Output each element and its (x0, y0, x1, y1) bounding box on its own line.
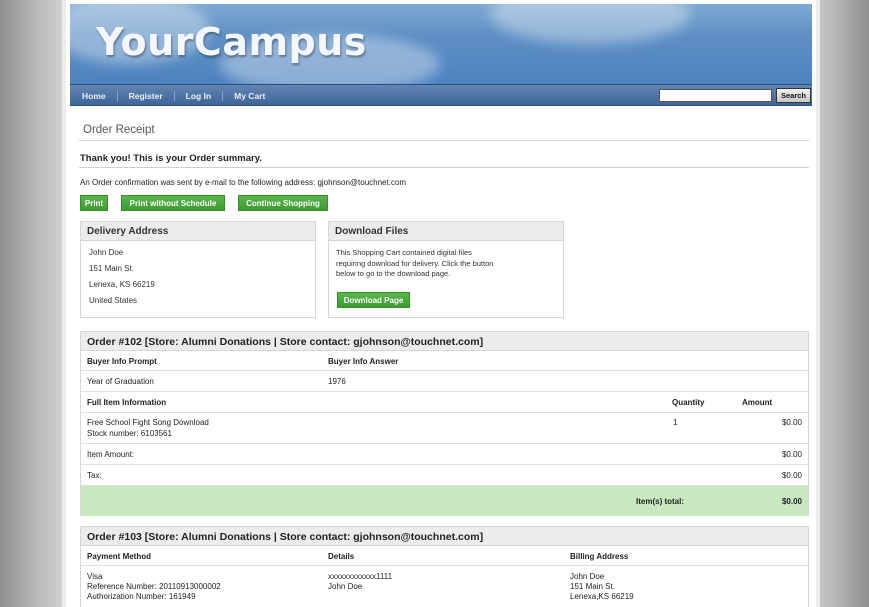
table-row: Year of Graduation 1976 (81, 371, 808, 392)
nav-login[interactable]: Log In (173, 91, 223, 101)
card-number: xxxxxxxxxxxx1111 (328, 572, 393, 581)
nav-bar: Home Register Log In My Cart Search (70, 84, 812, 106)
column-header: Payment Method (87, 552, 152, 561)
item-amount-value: $0.00 (781, 450, 802, 459)
column-header: Buyer Info Answer (328, 357, 399, 366)
delivery-line: Lenexa, KS 66219 (89, 280, 155, 289)
order-title: Order #102 [Store: Alumni Donations | St… (81, 332, 808, 351)
site-logo[interactable]: YourCampus (96, 20, 367, 64)
item-amount: $0.00 (781, 418, 802, 427)
item-quantity: 1 (673, 418, 678, 427)
buyer-prompt: Year of Graduation (87, 377, 154, 386)
download-text: requiring download for delivery. Click t… (336, 258, 494, 268)
print-without-schedule-button[interactable]: Print without Schedule (121, 195, 225, 211)
total-label: Item(s) total: (636, 497, 684, 506)
site-header: YourCampus (70, 4, 812, 84)
continue-shopping-button[interactable]: Continue Shopping (238, 195, 328, 211)
table-row: Free School Fight Song Download Stock nu… (81, 413, 808, 444)
delivery-address-title: Delivery Address (81, 222, 315, 241)
column-header: Billing Address (570, 552, 629, 561)
delivery-line: John Doe (89, 248, 124, 257)
column-header: Amount (742, 398, 773, 407)
nav-register[interactable]: Register (116, 91, 174, 101)
card-holder: John Doe (328, 582, 363, 591)
reference-number: Reference Number: 20110913000002 (87, 582, 221, 591)
table-header-row: Payment Method Details Billing Address (81, 546, 808, 566)
page-title: Order Receipt (83, 124, 155, 136)
total-value: $0.00 (781, 497, 802, 506)
total-row: Item(s) total: $0.00 (81, 486, 808, 516)
billing-line: Lenexa,KS 66219 (570, 592, 634, 601)
table-row: Tax: $0.00 (81, 465, 808, 486)
order-102-panel: Order #102 [Store: Alumni Donations | St… (80, 331, 809, 516)
tax-value: $0.00 (781, 471, 802, 480)
table-header-row: Buyer Info Prompt Buyer Info Answer (81, 351, 808, 371)
item-stock: Stock number: 6103561 (87, 429, 172, 438)
nav-home[interactable]: Home (80, 91, 117, 101)
order-103-panel: Order #103 [Store: Alumni Donations | St… (80, 526, 809, 607)
download-text: below to go to the download page. (336, 269, 451, 278)
column-header: Details (328, 552, 355, 561)
tax-label: Tax: (87, 471, 102, 480)
print-button[interactable]: Print (80, 195, 108, 211)
download-files-title: Download Files (329, 222, 563, 241)
column-header: Quantity (672, 398, 705, 407)
column-header: Buyer Info Prompt (87, 357, 157, 366)
column-header: Full Item Information (87, 398, 167, 407)
item-amount-label: Item Amount: (87, 450, 135, 459)
table-row: Item Amount: $0.00 (81, 444, 808, 465)
search-input[interactable] (659, 89, 772, 102)
table-row: Visa Reference Number: 20110913000002 Au… (81, 566, 808, 607)
divider (79, 167, 809, 168)
billing-line: John Doe (570, 572, 605, 581)
buyer-answer: 1976 (328, 377, 346, 386)
delivery-line: 151 Main St. (89, 264, 134, 273)
search-button[interactable]: Search (776, 88, 811, 103)
delivery-line: United States (89, 296, 138, 305)
confirmation-text: An Order confirmation was sent by e-mail… (80, 178, 407, 187)
divider (79, 140, 809, 141)
page-container: YourCampus Home Register Log In My Cart … (62, 0, 820, 607)
nav-my-cart[interactable]: My Cart (222, 91, 276, 101)
authorization-number: Authorization Number: 161949 (87, 592, 196, 601)
billing-line: 151 Main St. (570, 582, 615, 591)
delivery-address-panel: Delivery Address John Doe 151 Main St. L… (80, 221, 316, 318)
thank-you-heading: Thank you! This is your Order summary. (80, 153, 262, 164)
item-name: Free School Fight Song Download (87, 418, 209, 427)
table-header-row: Full Item Information Quantity Amount (81, 392, 808, 413)
order-title: Order #103 [Store: Alumni Donations | St… (81, 527, 808, 546)
download-page-button[interactable]: Download Page (337, 292, 410, 308)
download-files-panel: Download Files This Shopping Cart contai… (328, 221, 564, 318)
download-text: This Shopping Cart contained digital fil… (336, 248, 472, 257)
header-cloud (490, 4, 690, 44)
payment-method: Visa (87, 572, 103, 581)
